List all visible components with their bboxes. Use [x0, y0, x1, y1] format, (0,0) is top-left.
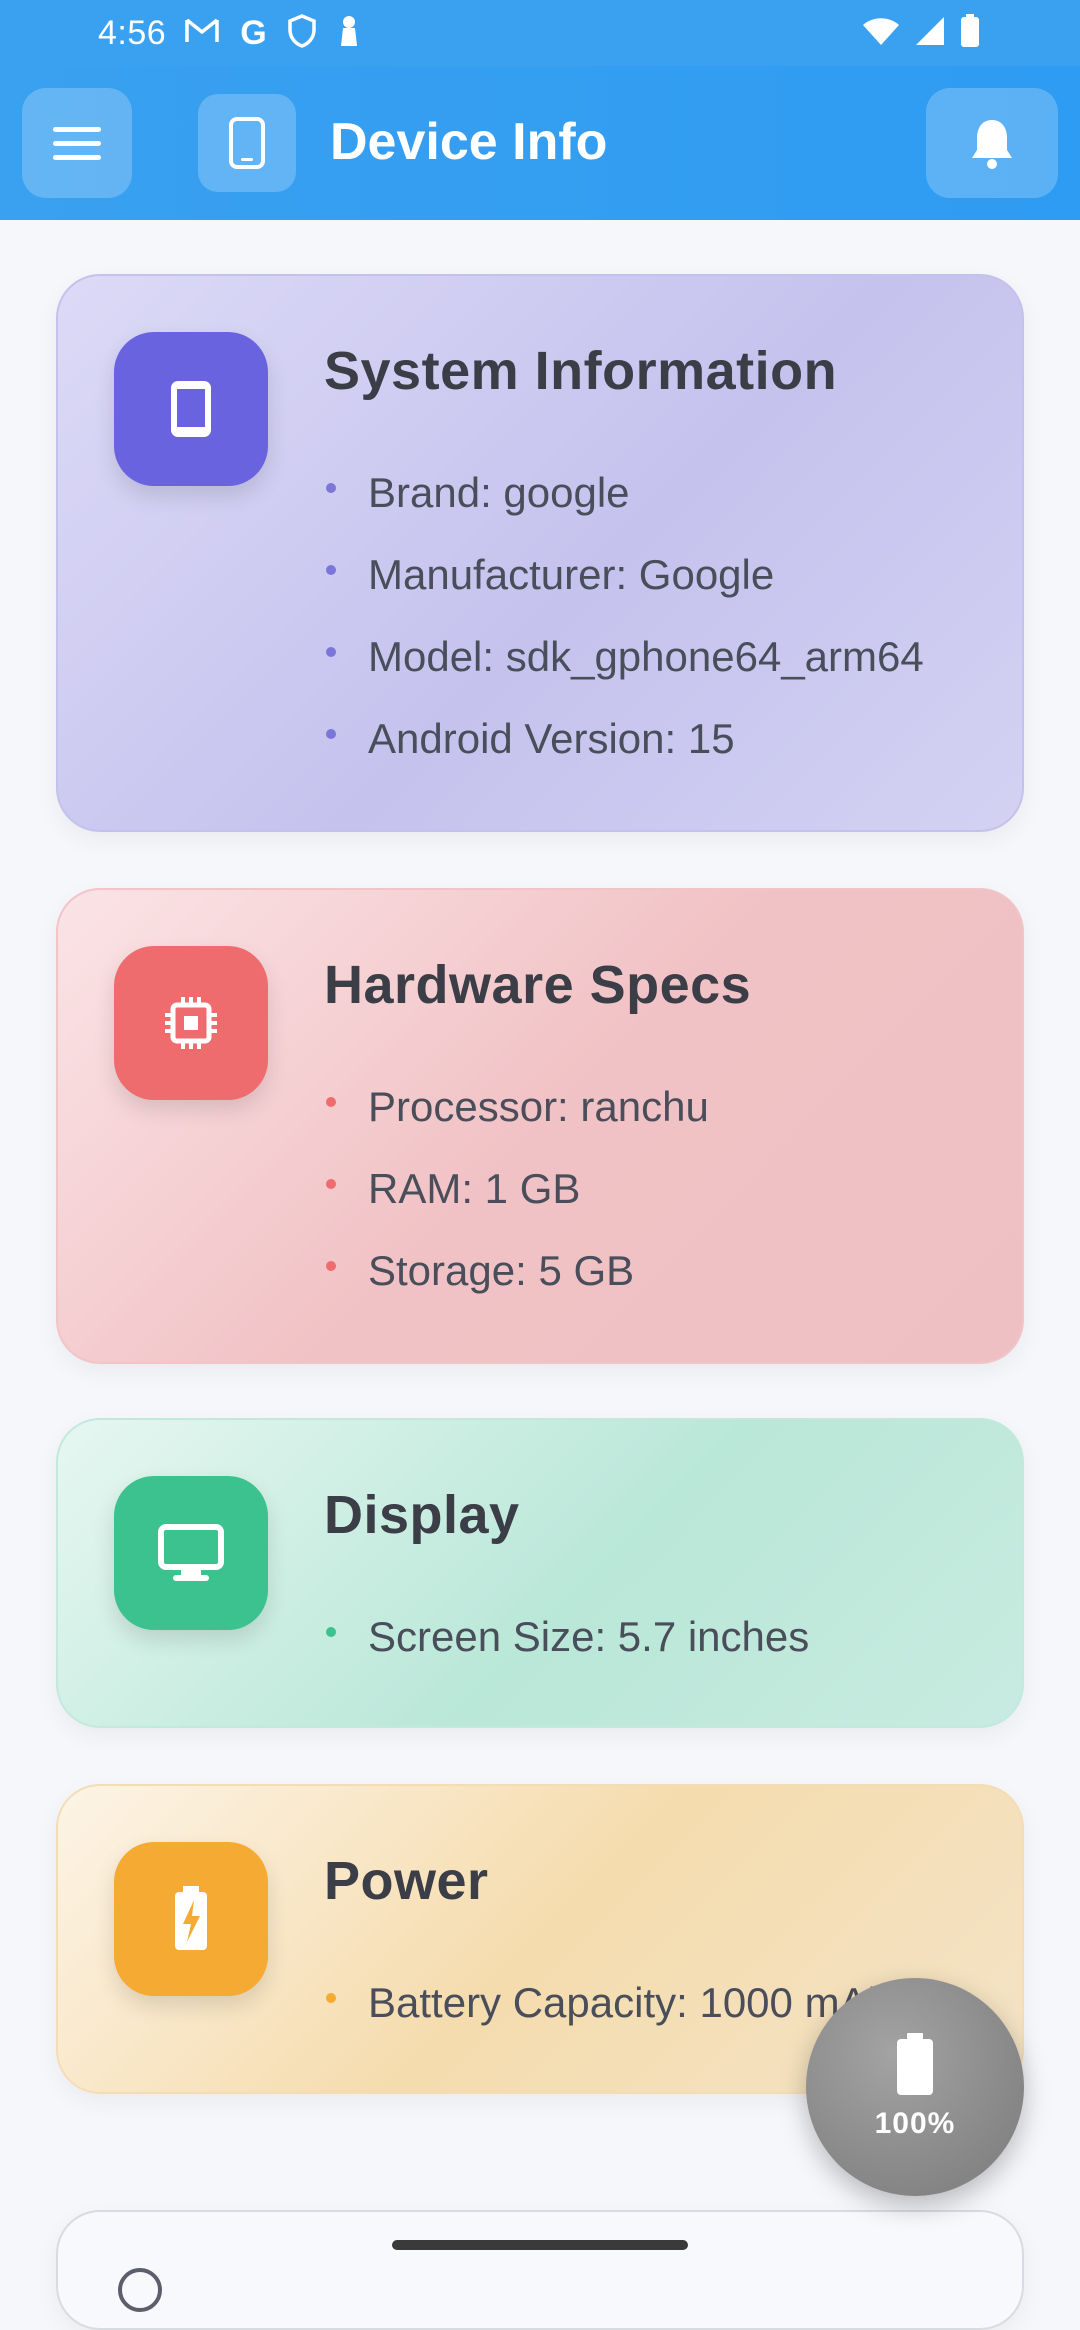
hardware-specs-list: Processor: ranchu RAM: 1 GB Storage: 5 G… — [324, 1066, 709, 1312]
battery-full-icon — [897, 2033, 933, 2095]
card-title: Power — [324, 1851, 489, 1911]
hardware-specs-card: Hardware Specs Processor: ranchu RAM: 1 … — [56, 888, 1024, 1364]
list-item: Screen Size: 5.7 inches — [324, 1596, 809, 1678]
system-badge — [114, 332, 268, 486]
chip-icon — [165, 997, 217, 1049]
status-time: 4:56 — [98, 13, 167, 52]
display-badge — [114, 1476, 268, 1630]
battery-bolt-icon — [175, 1886, 207, 1950]
phone-icon — [171, 381, 211, 437]
hamburger-icon — [53, 127, 101, 160]
system-info-list: Brand: google Manufacturer: Google Model… — [324, 452, 924, 780]
battery-percent: 100% — [874, 2107, 956, 2140]
card-title: Display — [324, 1485, 520, 1545]
hardware-badge — [114, 946, 268, 1100]
display-card: Display Screen Size: 5.7 inches — [56, 1418, 1024, 1728]
list-item: Model: sdk_gphone64_arm64 — [324, 616, 924, 698]
shield-icon — [287, 13, 317, 53]
list-item: Processor: ranchu — [324, 1066, 709, 1148]
status-bar: 4:56 G — [0, 0, 1080, 66]
phone-icon — [229, 117, 265, 169]
notifications-button[interactable] — [926, 88, 1058, 198]
card-title: System Information — [324, 341, 838, 401]
next-card — [56, 2210, 1024, 2330]
battery-icon — [960, 13, 980, 53]
list-item: Manufacturer: Google — [324, 534, 924, 616]
list-item: Android Version: 15 — [324, 698, 924, 780]
monitor-icon — [158, 1524, 224, 1581]
list-item: Storage: 5 GB — [324, 1230, 709, 1312]
info-icon — [118, 2268, 162, 2312]
gmail-icon — [184, 16, 220, 51]
list-item: Brand: google — [324, 452, 924, 534]
wifi-icon — [862, 16, 900, 51]
google-icon: G — [240, 14, 267, 52]
app-bar: Device Info — [0, 66, 1080, 220]
list-item: Battery Capacity: 1000 mAh — [324, 1962, 891, 2044]
battery-fab[interactable]: 100% — [806, 1978, 1024, 2196]
page-title: Device Info — [330, 113, 608, 171]
display-list: Screen Size: 5.7 inches — [324, 1596, 809, 1678]
menu-button[interactable] — [22, 88, 132, 198]
system-information-card: System Information Brand: google Manufac… — [56, 274, 1024, 832]
app-logo — [198, 94, 296, 192]
bell-icon — [972, 120, 1012, 169]
signal-icon — [914, 15, 946, 52]
card-title: Hardware Specs — [324, 955, 752, 1015]
power-list: Battery Capacity: 1000 mAh — [324, 1962, 891, 2044]
status-right-icons — [862, 13, 980, 53]
status-left-icons: G — [184, 13, 361, 53]
list-item: RAM: 1 GB — [324, 1148, 709, 1230]
keyhole-icon — [337, 14, 361, 53]
power-badge — [114, 1842, 268, 1996]
home-indicator[interactable] — [392, 2240, 688, 2250]
